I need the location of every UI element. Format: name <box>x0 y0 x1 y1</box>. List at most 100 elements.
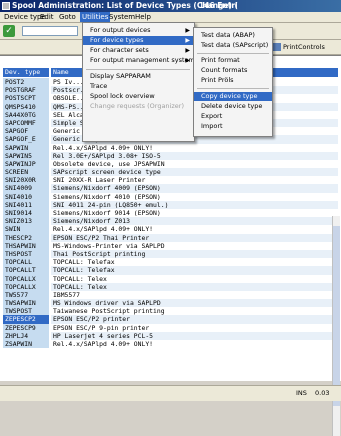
print-controls-button[interactable]: PrintControls <box>273 42 325 52</box>
table-row[interactable]: TOPCALLT TOPCALL: Telefax <box>3 266 338 275</box>
device-type-cell[interactable]: TOPCALLX <box>3 274 49 283</box>
device-type-cell[interactable]: SAPCOMMF <box>3 118 49 128</box>
table-row[interactable]: TOPCALLX TOPCALL: Telex <box>3 282 338 291</box>
device-type-cell[interactable]: SAPWIN5 <box>3 151 49 160</box>
menu-help[interactable]: Help <box>133 12 153 22</box>
device-type-cell[interactable]: SNIZ013 <box>3 217 49 226</box>
menu-item-print-format[interactable]: Print format <box>194 56 272 65</box>
table-row[interactable]: SNI9014 Siemens/Nixdorf 9014 (EPSON) <box>3 209 338 218</box>
table-row[interactable]: SAPWINJP Obsolete device, use JPSAPWIN <box>3 159 338 169</box>
device-name-cell: Obsolete device, use JPSAPWIN <box>53 159 165 168</box>
device-name-cell: EPSON ESC/P 9-pin printer <box>53 323 150 332</box>
scrollbar-thumb[interactable] <box>333 226 340 406</box>
device-type-cell[interactable]: ZSAPWIN <box>3 340 49 349</box>
menu-item-display-sapparam[interactable]: Display SAPPARAM <box>83 72 194 81</box>
table-row[interactable]: SNIZ013 Siemens/Nixdorf Z013 <box>3 217 338 226</box>
table-row[interactable]: ZSAPWIN Rel.4.x/SAPlpd 4.09+ ONLY! <box>3 340 338 349</box>
device-type-cell[interactable]: TOPCALL <box>3 258 49 267</box>
menu-item-import[interactable]: Import <box>194 122 272 131</box>
device-types-submenu: Test data (ABAP) Test data (SAPscript) P… <box>193 27 273 137</box>
device-type-cell[interactable]: THSPOST <box>3 249 49 259</box>
submenu-arrow-icon: ▶ <box>185 47 190 54</box>
menu-item-print-profiles[interactable]: Print Pröls <box>194 76 272 85</box>
device-type-cell[interactable]: SNI4009 <box>3 184 49 193</box>
device-name-cell: MS-Windows-Printer via SAPLPD <box>53 241 165 250</box>
menu-item-test-data-abap[interactable]: Test data (ABAP) <box>194 31 272 40</box>
table-row[interactable]: SNI4009 Siemens/Nixdorf 4009 (EPSON) <box>3 184 338 193</box>
device-type-cell[interactable]: ZHPLJ4 <box>3 331 49 340</box>
device-name-cell: Rel.4.x/SAPlpd 4.09+ ONLY! <box>53 340 154 348</box>
header-dev-type[interactable]: Dev. type <box>3 68 49 77</box>
menu-item-for-device-types[interactable]: For device types ▶ <box>83 36 194 45</box>
device-type-cell[interactable]: SNI4011 <box>3 200 49 209</box>
device-type-cell[interactable]: THSAPWIN <box>3 241 49 250</box>
device-type-cell[interactable]: SAPGOF_E <box>3 135 49 144</box>
device-type-cell[interactable]: TOPCALLX <box>3 282 49 291</box>
submenu-arrow-icon: ▶ <box>185 27 190 34</box>
device-type-cell[interactable]: THESCP2 <box>3 233 49 242</box>
table-row[interactable]: SWIN Rel.4.x/SAPlpd 4.09+ ONLY! <box>3 225 338 234</box>
table-row[interactable]: ZEPESCP2 EPSON ESC/P2 printer <box>3 315 338 324</box>
vertical-scrollbar[interactable] <box>332 216 340 436</box>
device-type-cell[interactable]: POSTGRAF <box>3 86 49 95</box>
table-row[interactable]: TW5577 IBM5577 <box>3 290 338 300</box>
device-type-cell[interactable]: SAPGOF <box>3 127 49 136</box>
menu-item-copy-device-type[interactable]: Copy device type <box>194 92 272 101</box>
device-type-cell[interactable]: SAPWINJP <box>3 159 49 169</box>
command-field[interactable] <box>22 26 78 36</box>
device-type-cell[interactable]: SWIN <box>3 225 49 234</box>
device-name-cell: Taiwanese PostScript printing <box>53 307 165 316</box>
table-row[interactable]: THSAPWIN MS-Windows-Printer via SAPLPD <box>3 241 338 250</box>
enter-checkmark-icon[interactable]: ✓ <box>3 25 15 37</box>
device-name-cell: Rel.4.x/SAPlpd 4.09+ ONLY! <box>53 143 154 152</box>
menu-item-delete-device-type[interactable]: Delete device type <box>194 102 272 111</box>
table-row[interactable]: ZEPESCP9 EPSON ESC/P 9-pin printer <box>3 323 338 332</box>
menu-item-export[interactable]: Export <box>194 112 272 121</box>
device-name-cell: TOPCALL: Telex <box>53 274 107 283</box>
device-type-cell[interactable]: QMSPS410 <box>3 102 49 111</box>
device-type-cell[interactable]: POSTSCPT <box>3 94 49 103</box>
menu-item-test-data-sapscript[interactable]: Test data (SAPscript) <box>194 41 272 50</box>
device-type-cell[interactable]: SA44X0TG <box>3 110 49 119</box>
table-row[interactable]: SNI4011 SNI 4011 24-pin (LQ850+ emul.) <box>3 200 338 209</box>
table-row[interactable]: SAPWIN Rel.4.x/SAPlpd 4.09+ ONLY! <box>3 143 338 152</box>
device-type-cell[interactable]: TOPCALLT <box>3 266 49 275</box>
device-type-cell[interactable]: SCREEN <box>3 168 49 177</box>
menu-utilities[interactable]: Utilities <box>80 12 111 22</box>
device-type-cell[interactable]: SAPWIN <box>3 143 49 152</box>
menu-item-for-output-devices[interactable]: For output devices ▶ <box>83 26 194 35</box>
table-row[interactable]: TWSAPWIN MS Windows driver via SAPLPD <box>3 299 338 308</box>
device-type-cell[interactable]: ZEPESCP9 <box>3 323 49 332</box>
device-type-cell[interactable]: ZEPESCP2 <box>3 315 49 324</box>
device-type-cell[interactable]: SNI9014 <box>3 209 49 218</box>
table-row[interactable]: ZHPLJ4 HP Laserjet 4 series PCL-5 <box>3 331 338 340</box>
table-row[interactable]: SAPWIN5 Rel 3.0E+/SAPlpd 3.08+ ISO-5 <box>3 151 338 160</box>
device-type-cell[interactable]: SNI20X0R <box>3 176 49 185</box>
device-name-cell: Siemens/Nixdorf Z013 <box>51 217 338 226</box>
menu-item-trace[interactable]: Trace <box>83 82 194 91</box>
device-name-cell: IBM5577 <box>53 290 80 299</box>
device-type-cell[interactable]: TWSAPWIN <box>3 299 49 308</box>
device-type-cell[interactable]: TWSPOST <box>3 307 49 316</box>
table-row[interactable]: TWSPOST Taiwanese PostScript printing <box>3 307 338 316</box>
table-row[interactable]: THESCP2 EPSON ESC/P2 Thai Printer <box>3 233 338 242</box>
menu-item-count-formats[interactable]: Count formats <box>194 66 272 75</box>
menu-goto[interactable]: Goto <box>57 12 78 22</box>
device-type-cell[interactable]: TW5577 <box>3 290 49 300</box>
table-row[interactable]: TOPCALL TOPCALL: Telefax <box>3 258 338 267</box>
entry-count: 146 Entri <box>199 1 238 10</box>
menu-edit[interactable]: Edit <box>38 12 56 22</box>
device-type-cell[interactable]: SNI4010 <box>3 192 49 201</box>
menu-item-spool-lock-overview[interactable]: Spool lock overview <box>83 92 194 101</box>
table-row[interactable]: TOPCALLX TOPCALL: Telex <box>3 274 338 283</box>
device-type-cell[interactable]: POST2 <box>3 78 49 87</box>
table-row[interactable]: THSPOST Thai PostScript printing <box>3 249 338 259</box>
table-row[interactable]: SCREEN SAPscript screen device type <box>3 168 338 177</box>
menu-item-change-requests: Change requests (Organizer) <box>90 102 184 110</box>
table-row[interactable]: SNI20X0R SNI 20XX-R Laser Printer <box>3 176 338 185</box>
menu-item-for-output-management-system[interactable]: For output management system ▶ <box>83 56 195 65</box>
menu-item-for-character-sets[interactable]: For character sets ▶ <box>83 46 194 55</box>
table-row[interactable]: SNI4010 Siemens/Nixdorf 4010 (EPSON) <box>3 192 338 201</box>
device-name-cell: Siemens/Nixdorf 4010 (EPSON) <box>53 192 161 201</box>
device-name-cell: Siemens/Nixdorf 4009 (EPSON) <box>51 184 338 193</box>
